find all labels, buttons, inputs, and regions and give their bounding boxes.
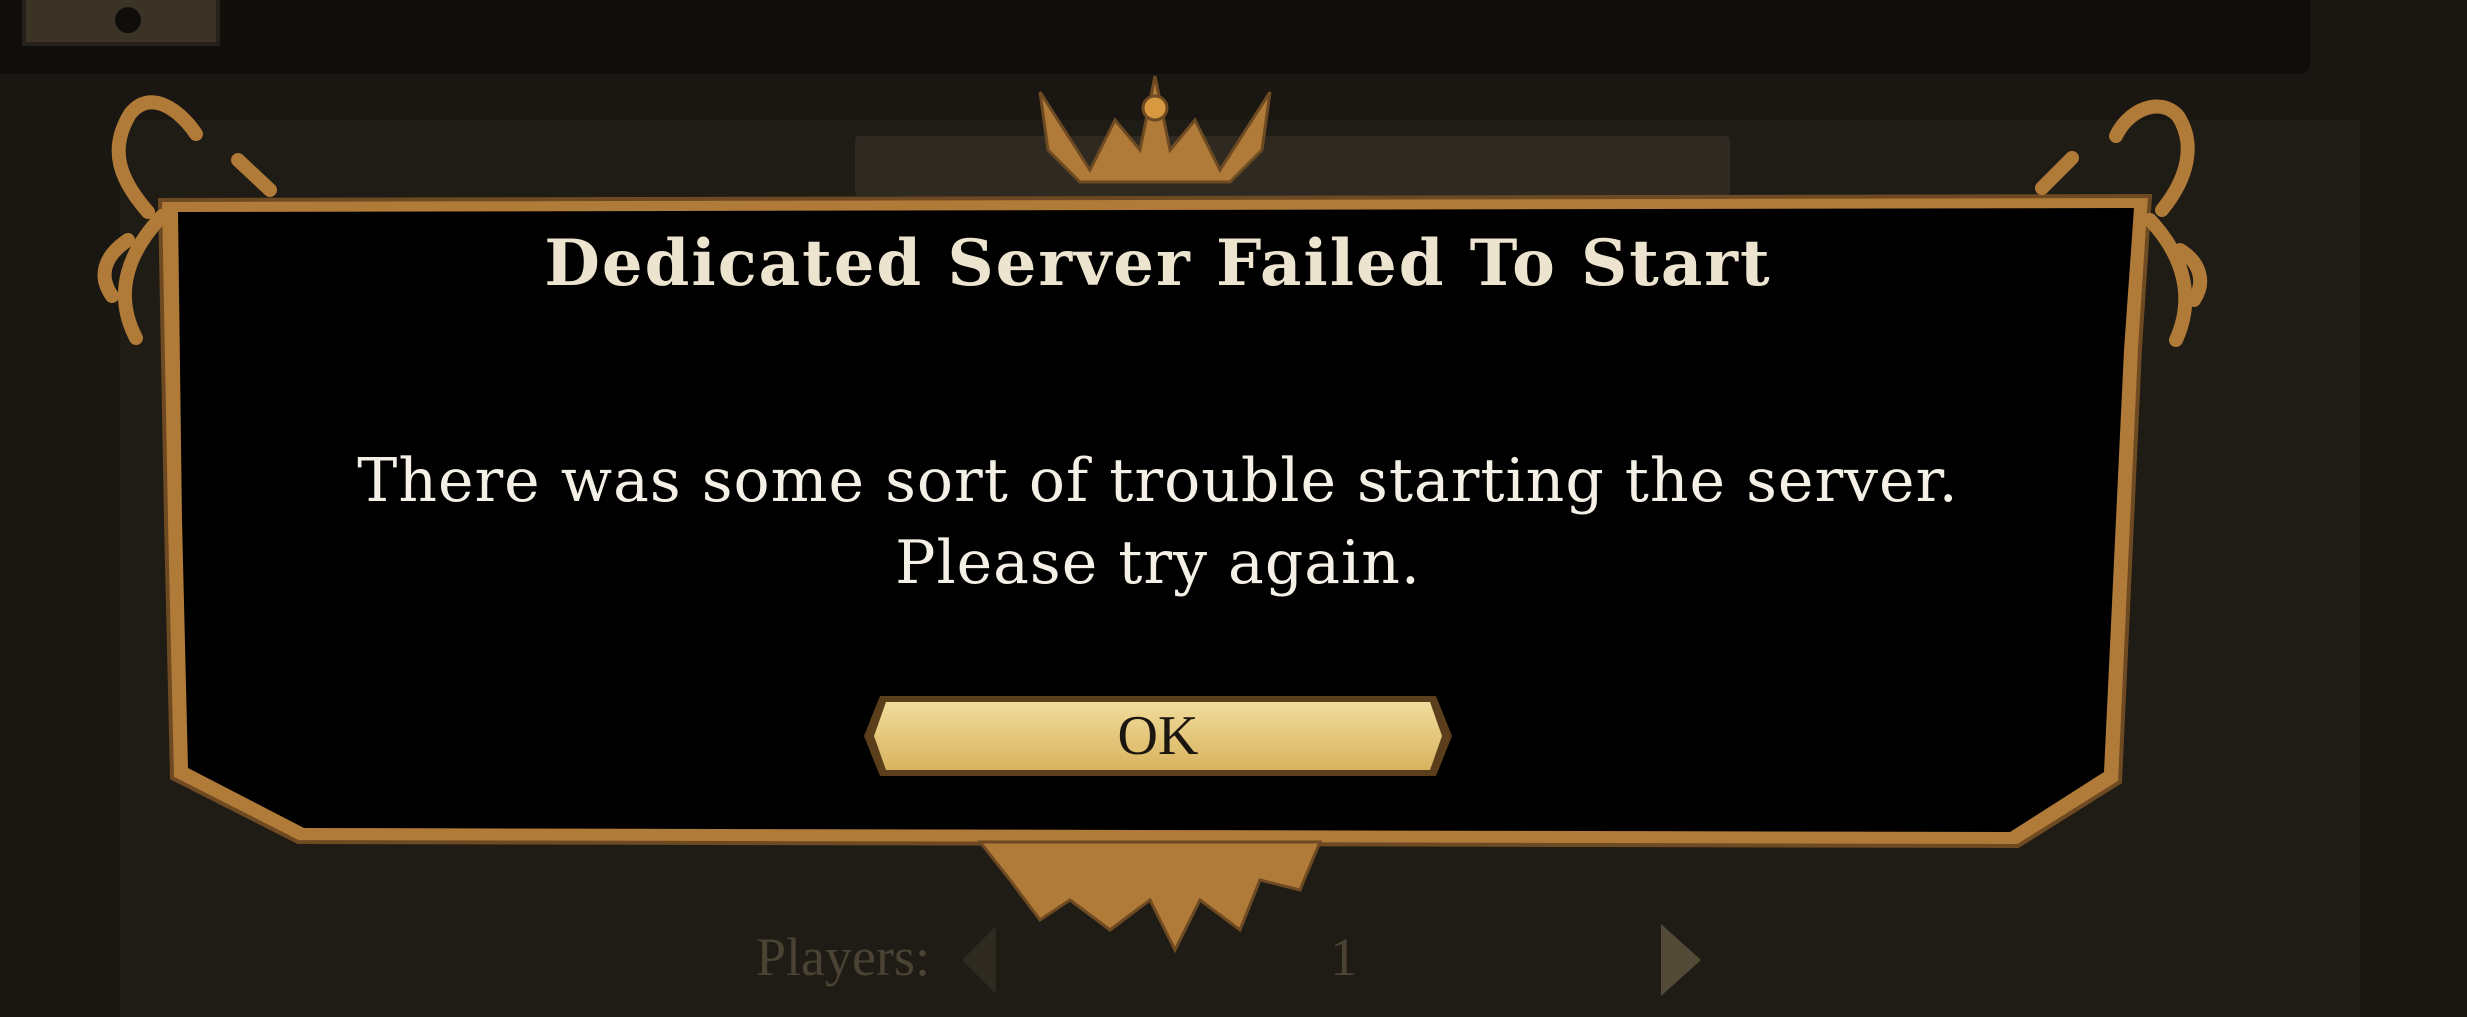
bottom-ornament (976, 840, 1323, 954)
game-screen: ● Players: 1 Dedicated Server Failed To … (0, 0, 2467, 1017)
ok-button-label: OK (1117, 705, 1199, 767)
top-ornament (1038, 75, 1272, 184)
ok-button[interactable]: OK (864, 692, 1452, 780)
dialog-message: There was some sort of trouble starting … (357, 446, 1959, 598)
dialog-title: Dedicated Server Failed To Start (544, 226, 1772, 301)
